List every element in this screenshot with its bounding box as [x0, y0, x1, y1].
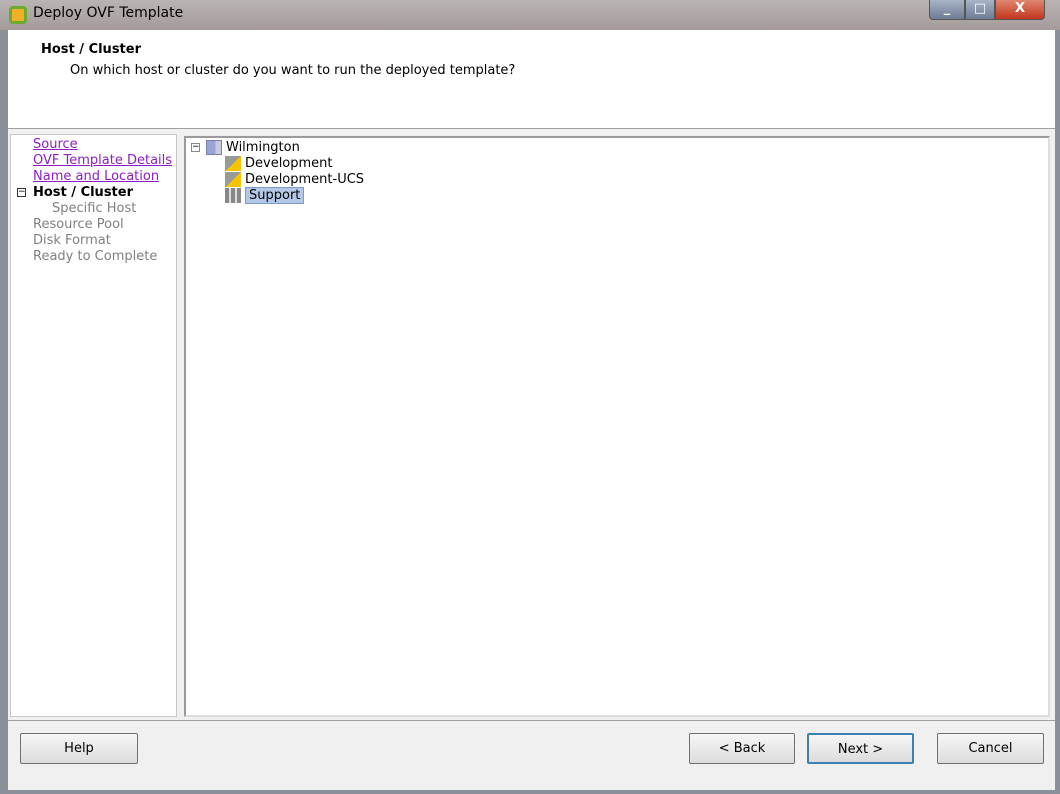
tree-node-datacenter[interactable]: Wilmington [206, 140, 300, 156]
next-button[interactable]: Next > [807, 733, 914, 764]
collapse-toggle-icon[interactable]: − [191, 143, 200, 152]
deploy-ovf-dialog: Host / Cluster On which host or cluster … [8, 30, 1055, 790]
back-button[interactable]: < Back [689, 733, 795, 764]
wizard-steps: Source OVF Template Details Name and Loc… [10, 134, 177, 717]
close-button[interactable]: X [995, 0, 1045, 20]
vsphere-app-icon [9, 6, 27, 24]
minimize-button[interactable]: _ [929, 0, 965, 20]
wizard-header: Host / Cluster On which host or cluster … [8, 30, 1055, 129]
cancel-button[interactable]: Cancel [937, 733, 1044, 764]
step-source[interactable]: Source [33, 137, 78, 152]
help-button[interactable]: Help [20, 733, 138, 764]
step-resource-pool: Resource Pool [33, 217, 124, 232]
page-title: Host / Cluster [41, 42, 141, 57]
step-specific-host: Specific Host [52, 201, 137, 216]
step-ovf-template-details[interactable]: OVF Template Details [33, 153, 172, 168]
step-host-cluster: Host / Cluster [33, 185, 133, 200]
collapse-icon: − [17, 187, 26, 197]
node-label: Development-UCS [245, 172, 365, 187]
step-name-and-location[interactable]: Name and Location [33, 169, 159, 184]
tree-node-cluster-selected[interactable]: Support [225, 187, 305, 204]
cluster-warning-icon [225, 156, 241, 171]
node-label: Development [245, 156, 333, 171]
step-ready-to-complete: Ready to Complete [33, 249, 158, 264]
step-disk-format: Disk Format [33, 233, 111, 248]
window-title: Deploy OVF Template [33, 5, 184, 21]
footer-divider [8, 720, 1055, 721]
title-bar: Deploy OVF Template _ □ X [0, 0, 1060, 30]
page-subtitle: On which host or cluster do you want to … [70, 63, 516, 78]
node-label: Support [245, 187, 305, 204]
tree-node-cluster[interactable]: Development-UCS [225, 172, 364, 188]
cluster-warning-icon [225, 172, 241, 187]
datacenter-icon [206, 140, 222, 155]
maximize-button[interactable]: □ [965, 0, 995, 20]
host-cluster-tree[interactable]: − Wilmington Development Development-UCS… [184, 136, 1050, 717]
node-label: Wilmington [226, 140, 300, 155]
tree-node-cluster[interactable]: Development [225, 156, 333, 172]
cluster-icon [225, 188, 241, 203]
